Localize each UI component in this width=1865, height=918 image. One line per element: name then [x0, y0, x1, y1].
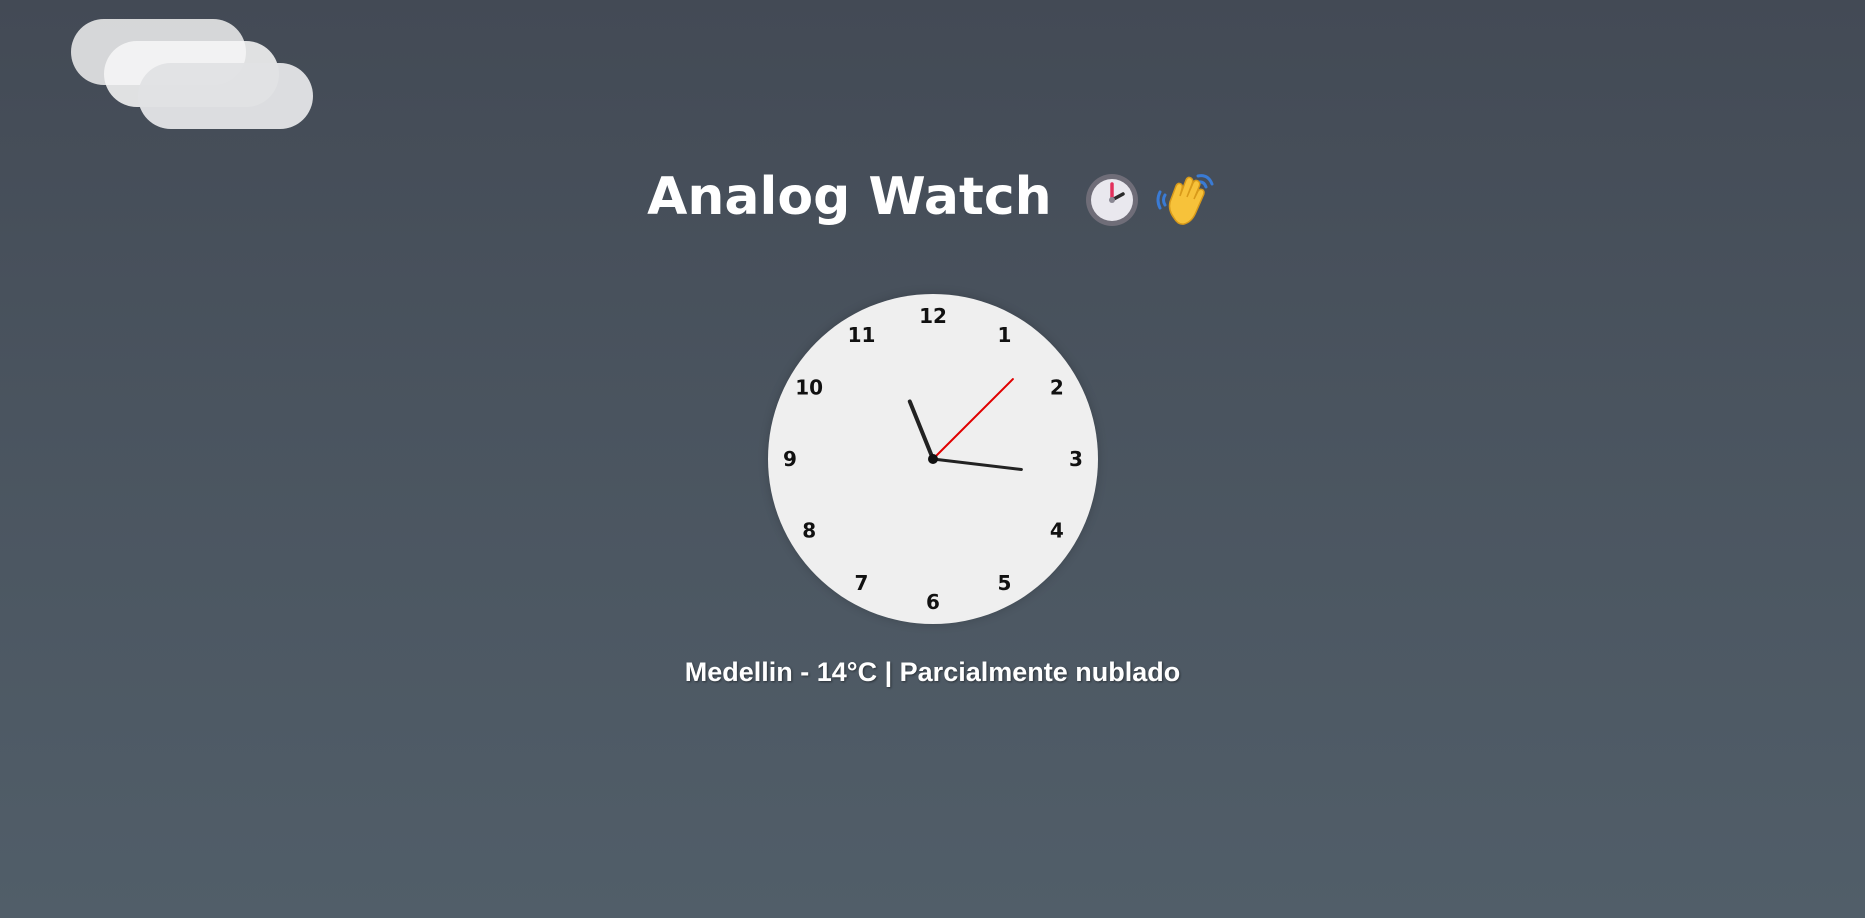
center-pin — [928, 454, 938, 464]
analog-clock: 12 1 2 3 4 5 6 7 8 9 10 11 — [768, 294, 1098, 624]
clock-numeral-10: 10 — [795, 376, 823, 400]
clock-numeral-5: 5 — [998, 571, 1012, 595]
cloud-shape — [138, 63, 313, 129]
clock-numeral-1: 1 — [998, 323, 1012, 347]
clock-numeral-9: 9 — [783, 447, 797, 471]
page-title: Analog Watch — [647, 167, 1052, 227]
clock-numeral-3: 3 — [1069, 447, 1083, 471]
page-title-row: Analog Watch — [0, 162, 1865, 232]
clock-numeral-2: 2 — [1050, 376, 1064, 400]
cloud-decoration — [0, 0, 340, 140]
clock-numeral-4: 4 — [1050, 519, 1064, 543]
second-hand — [932, 378, 1014, 460]
clock-face: 121234567891011 — [783, 304, 1083, 614]
clock-numeral-8: 8 — [802, 519, 816, 543]
clock-numeral-6: 6 — [926, 590, 940, 614]
clock-icon — [1084, 172, 1140, 228]
clock-numeral-7: 7 — [855, 571, 869, 595]
hour-hand — [907, 399, 935, 461]
minute-hand — [931, 457, 1023, 471]
clock-numeral-12: 12 — [919, 304, 947, 328]
clock-numeral-11: 11 — [848, 323, 876, 347]
weather-status: Medellin - 14°C | Parcialmente nublado — [684, 657, 1181, 687]
waving-hand-icon — [1154, 170, 1218, 230]
